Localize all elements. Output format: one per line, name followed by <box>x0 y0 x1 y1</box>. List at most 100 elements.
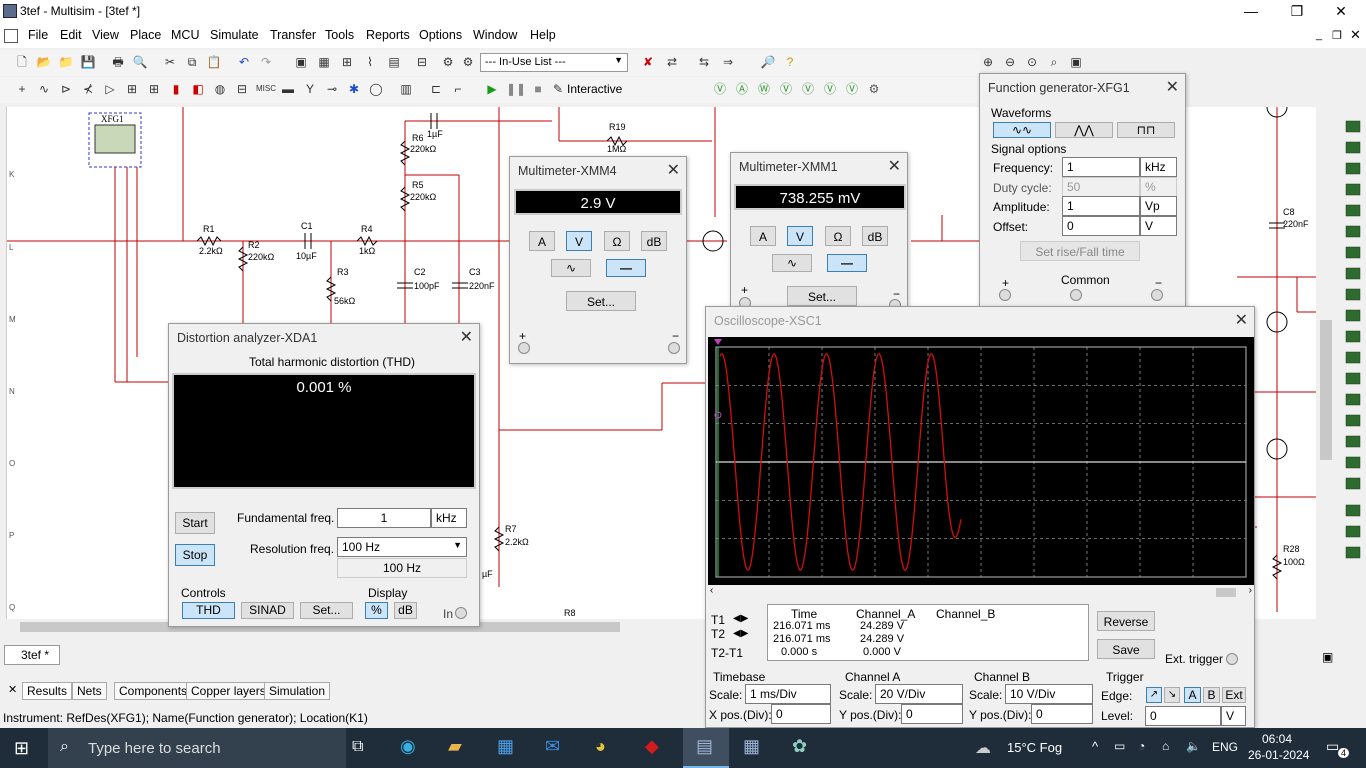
mail-icon[interactable]: ✉ <box>545 736 560 757</box>
menu-window[interactable]: Window <box>473 28 517 42</box>
tray-expand-icon[interactable]: ^ <box>1092 739 1098 754</box>
probe-power-icon[interactable]: Ⓦ <box>756 81 772 97</box>
mdi-close-icon[interactable]: ✕ <box>1350 27 1361 43</box>
place-diode-icon[interactable]: ⊳ <box>58 81 74 97</box>
pause-icon[interactable]: ❚❚ <box>506 81 526 97</box>
place-advanced-icon[interactable]: ▬ <box>280 81 296 97</box>
toggle-view-icon[interactable]: ▣ <box>293 54 309 70</box>
task-view-icon[interactable]: ⧉ <box>352 738 363 756</box>
stop-icon[interactable]: ■ <box>530 81 546 97</box>
network-icon[interactable]: ⌂ <box>1162 739 1169 753</box>
interactive-icon[interactable]: ✎ <box>550 81 566 97</box>
run-icon[interactable]: ▶ <box>484 81 500 97</box>
minus-terminal[interactable] <box>668 342 680 354</box>
timebase-xpos-input[interactable]: 0 <box>771 704 831 724</box>
panel-toggle-icon[interactable]: ▣ <box>1322 650 1333 664</box>
scope-scroll-thumb[interactable] <box>1216 588 1236 597</box>
full-screen-icon[interactable]: ▣ <box>1068 54 1084 70</box>
back-annotate-icon[interactable]: ⇄ <box>664 54 680 70</box>
mode-v-button[interactable]: V <box>787 226 813 246</box>
amplitude-input[interactable]: 1 <box>1062 196 1140 216</box>
copy-icon[interactable]: ⧉ <box>184 54 200 70</box>
channel-b-ypos-input[interactable]: 0 <box>1031 704 1093 724</box>
menu-place[interactable]: Place <box>130 28 161 42</box>
menu-reports[interactable]: Reports <box>366 28 410 42</box>
timebase-scale-input[interactable]: 1 ms/Div <box>745 684 831 704</box>
open-sample-icon[interactable]: 📁 <box>58 54 74 70</box>
channel-a-ypos-input[interactable]: 0 <box>901 704 963 724</box>
set-rise-fall-button[interactable]: Set rise/Fall time <box>1020 241 1140 261</box>
menu-tools[interactable]: Tools <box>325 28 354 42</box>
trigger-b-button[interactable]: B <box>1203 687 1220 703</box>
function-generator-window[interactable]: Function generator-XFG1 ✕ Waveforms ∿∿ ⋀… <box>979 73 1186 309</box>
postprocessor-icon[interactable]: ▤ <box>386 54 402 70</box>
channel-a-scale-input[interactable]: 20 V/Div <box>875 684 963 704</box>
plus-terminal[interactable] <box>999 289 1011 301</box>
dc-button[interactable]: ― <box>606 259 646 277</box>
zoom-sheet-icon[interactable]: ⌕ <box>1046 54 1062 70</box>
frequency-unit[interactable]: kHz <box>1140 157 1177 177</box>
ext-trigger-terminal[interactable] <box>1226 653 1238 665</box>
chrome-icon[interactable]: ◕ <box>595 736 606 757</box>
menu-transfer[interactable]: Transfer <box>270 28 316 42</box>
t1-left-arrow-icon[interactable]: ◀▶ <box>733 613 748 624</box>
place-mixed-icon[interactable]: ◧ <box>190 81 206 97</box>
stop-button[interactable]: Stop <box>175 544 215 566</box>
menu-file[interactable]: File <box>28 28 48 42</box>
place-bus-icon[interactable]: ⌐ <box>450 81 466 97</box>
plus-terminal[interactable] <box>518 342 530 354</box>
place-cmos-icon[interactable]: ⊞ <box>146 81 162 97</box>
level-input[interactable]: 0 <box>1145 706 1221 726</box>
erc-icon[interactable]: ✘ <box>640 54 656 70</box>
menu-view[interactable]: View <box>92 28 119 42</box>
new-icon[interactable]: 🗋 <box>14 54 30 70</box>
probe-digital-icon[interactable]: Ⓥ <box>822 81 838 97</box>
menu-mcu[interactable]: MCU <box>171 28 199 42</box>
database-icon[interactable]: ⊟ <box>414 54 430 70</box>
falling-edge-button[interactable]: ↘ <box>1164 687 1180 703</box>
print-preview-icon[interactable]: 🔍 <box>132 54 148 70</box>
reverse-button[interactable]: Reverse <box>1097 611 1155 631</box>
menu-simulate[interactable]: Simulate <box>210 28 259 42</box>
mode-ohm-button[interactable]: Ω <box>825 226 851 246</box>
fundamental-freq-input[interactable]: 1 <box>337 508 431 528</box>
ac-button[interactable]: ∿ <box>772 254 812 272</box>
save-icon[interactable]: 💾 <box>80 54 96 70</box>
square-wave-button[interactable]: ⊓⊓ <box>1117 122 1175 138</box>
sinad-button[interactable]: SINAD <box>241 602 294 619</box>
place-misc-icon[interactable]: MISC <box>256 81 276 97</box>
volume-icon[interactable]: 🔈 <box>1186 739 1201 753</box>
find-examples-icon[interactable]: 🔎 <box>760 54 776 70</box>
undo-icon[interactable]: ↶ <box>236 54 252 70</box>
design-toolbox-icon[interactable]: ⊞ <box>339 54 355 70</box>
canvas-vscrollbar[interactable] <box>1318 110 1334 618</box>
close-icon[interactable]: ✕ <box>888 156 901 176</box>
minimize-button[interactable]: — <box>1228 0 1274 24</box>
triangle-wave-button[interactable]: ⋀⋀ <box>1055 122 1113 138</box>
transfer-icon[interactable]: ⇒ <box>720 54 736 70</box>
rising-edge-button[interactable]: ↗ <box>1146 687 1162 703</box>
vscroll-thumb[interactable] <box>1320 320 1332 460</box>
clock-date[interactable]: 26-01-2024 <box>1248 748 1309 762</box>
tab-results[interactable]: Results <box>22 682 73 700</box>
place-electromech-icon[interactable]: ⊸ <box>324 81 340 97</box>
tab-3tef[interactable]: 3tef * <box>4 645 60 665</box>
place-indicator-icon[interactable]: ◍ <box>212 81 228 97</box>
multimeter-xmm4-window[interactable]: Multimeter-XMM4 ✕ 2.9 V A V Ω dB ∿ ― Set… <box>509 156 687 364</box>
scroll-right-icon[interactable]: › <box>1249 585 1252 596</box>
start-button[interactable]: Start <box>175 512 215 534</box>
probe-diff-icon[interactable]: Ⓥ <box>778 81 794 97</box>
amplitude-unit[interactable]: Vp <box>1140 196 1177 216</box>
input-terminal[interactable] <box>455 607 467 619</box>
paint-icon[interactable]: ✿ <box>792 736 807 757</box>
mode-a-button[interactable]: A <box>750 226 776 246</box>
mode-db-button[interactable]: dB <box>641 231 667 251</box>
probe-voltage-icon[interactable]: Ⓥ <box>712 81 728 97</box>
place-misc-digital-icon[interactable]: ▮ <box>168 81 184 97</box>
grapher-icon[interactable]: ⌇ <box>362 54 378 70</box>
tab-components[interactable]: Components <box>114 682 193 700</box>
in-use-list-dropdown[interactable]: --- In-Use List --- ▼ <box>480 53 628 72</box>
mode-a-button[interactable]: A <box>529 231 555 251</box>
database-manager-icon[interactable]: ⚙ <box>460 54 476 70</box>
open-icon[interactable]: 📂 <box>36 54 52 70</box>
